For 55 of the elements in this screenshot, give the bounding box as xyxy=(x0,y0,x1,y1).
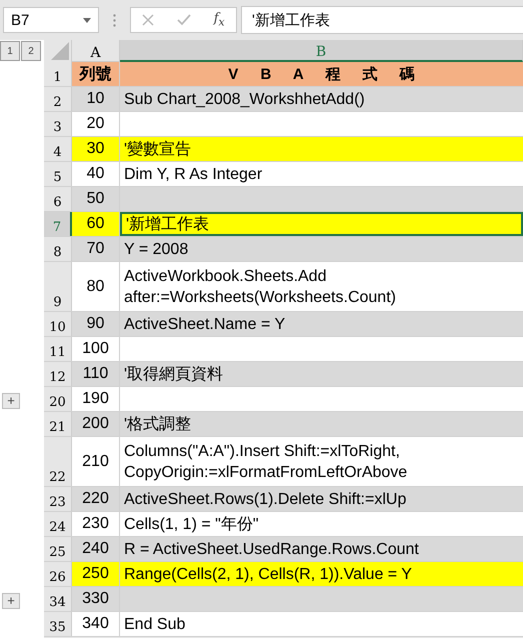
table-cell: 列號 xyxy=(72,62,120,86)
table-cell: 100 xyxy=(72,337,120,361)
table-cell[interactable] xyxy=(120,187,523,211)
table-cell[interactable] xyxy=(120,387,523,411)
table-cell: 10 xyxy=(72,87,120,111)
table-cell: 200 xyxy=(72,412,120,436)
column-header[interactable]: B xyxy=(120,40,523,62)
table-cell[interactable]: ActiveWorkbook.Sheets.Add after:=Worksheets(Worksheets.Count) xyxy=(120,262,523,311)
table-cell[interactable]: Columns("A:A").Insert Shift:=xlToRight, CopyOrigin:=xlFormatFromLeftOrAbove xyxy=(120,437,523,486)
table-cell[interactable]: Cells(1, 1) = "年份" xyxy=(120,512,523,536)
table-cell[interactable]: R = ActiveSheet.UsedRange.Rows.Count xyxy=(120,537,523,561)
table-cell[interactable]: ActiveSheet.Rows(1).Delete Shift:=xlUp xyxy=(120,487,523,511)
table-cell: 240 xyxy=(72,537,120,561)
table-cell[interactable]: Sub Chart_2008_WorkshhetAdd() xyxy=(120,87,523,111)
table-cell[interactable]: '變數宣告 xyxy=(120,137,523,161)
table-cell: 190 xyxy=(72,387,120,411)
table-cell: 110 xyxy=(72,362,120,386)
name-box[interactable]: B7 xyxy=(3,7,99,33)
table-cell: 90 xyxy=(72,312,120,336)
table-cell: 220 xyxy=(72,487,120,511)
row-header[interactable]: 7 xyxy=(44,212,72,236)
table-cell: 80 xyxy=(72,262,120,311)
formula-field[interactable]: '新增工作表 xyxy=(241,6,523,34)
table-cell[interactable] xyxy=(120,337,523,361)
cell-reference: B7 xyxy=(11,12,30,28)
insert-function-button[interactable]: f$_{x}$ xyxy=(214,11,225,29)
table-cell[interactable]: Dim Y, R As Integer xyxy=(120,162,523,186)
column-header[interactable]: A xyxy=(72,40,120,62)
table-cell[interactable]: Y = 2008 xyxy=(120,237,523,261)
table-cell[interactable]: V B A 程 式 碼 xyxy=(120,62,523,86)
expand-button[interactable]: + xyxy=(2,392,20,408)
table-cell: 30 xyxy=(72,137,120,161)
outline-level-button[interactable]: 2 xyxy=(21,41,41,61)
expand-button[interactable]: + xyxy=(2,592,20,608)
table-cell: 210 xyxy=(72,437,120,486)
caret-icon[interactable] xyxy=(83,18,91,22)
table-cell[interactable]: ActiveSheet.Name = Y xyxy=(120,312,523,336)
more-icon xyxy=(113,14,116,26)
table-cell: 330 xyxy=(72,587,120,611)
table-cell[interactable] xyxy=(120,587,523,611)
table-cell: 70 xyxy=(72,237,120,261)
table-cell[interactable]: Range(Cells(2, 1), Cells(R, 1)).Value = Y xyxy=(120,562,523,586)
table-cell: 40 xyxy=(72,162,120,186)
table-cell[interactable] xyxy=(120,112,523,136)
table-cell[interactable]: End Sub xyxy=(120,612,523,636)
table-cell[interactable]: '取得網頁資料 xyxy=(120,362,523,386)
table-cell: 50 xyxy=(72,187,120,211)
table-cell[interactable]: '格式調整 xyxy=(120,412,523,436)
table-cell: 250 xyxy=(72,562,120,586)
table-cell: 20 xyxy=(72,112,120,136)
table-cell[interactable]: '新增工作表 xyxy=(120,212,523,236)
table-cell: 230 xyxy=(72,512,120,536)
table-cell: 340 xyxy=(72,612,120,636)
table-cell: 60 xyxy=(72,212,120,236)
outline-level-button[interactable]: 1 xyxy=(0,41,20,61)
